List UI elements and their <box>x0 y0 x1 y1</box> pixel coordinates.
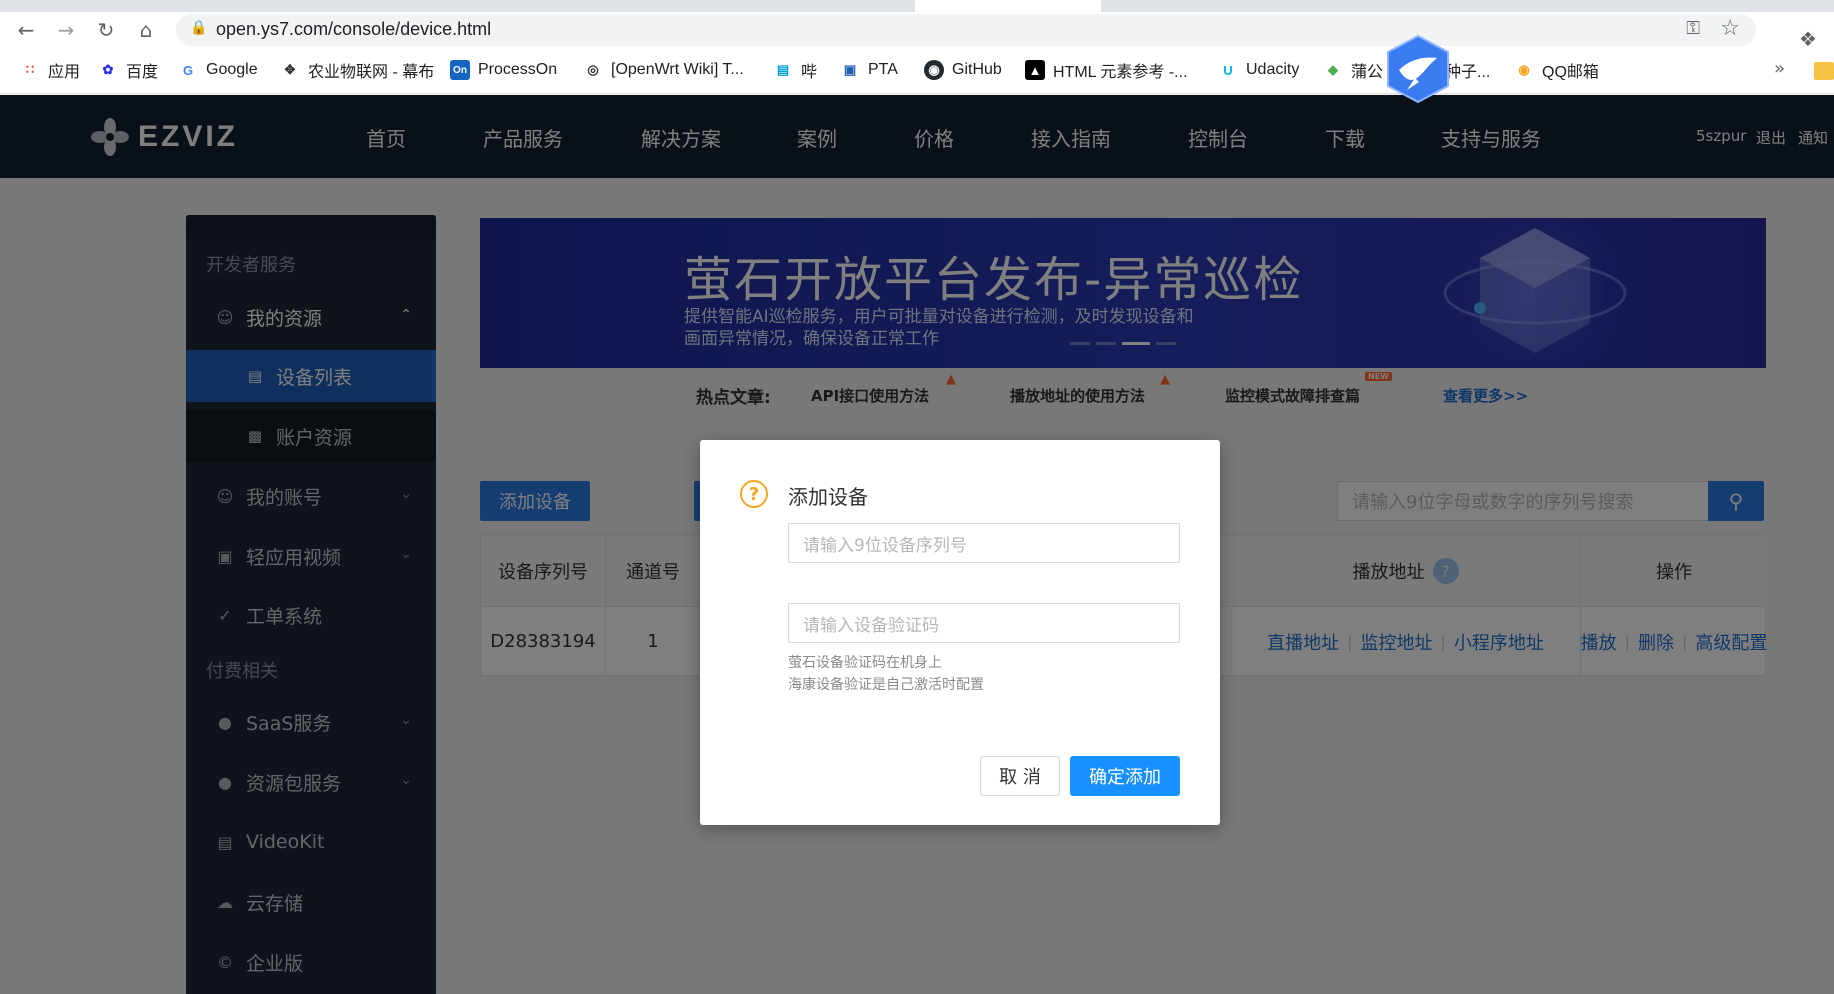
browser-tab-strip <box>0 0 1834 12</box>
bookmark-pta[interactable]: ▣ PTA <box>840 58 898 82</box>
dialog-title: 添加设备 <box>788 485 868 509</box>
apps-grid-icon: ∷ <box>25 62 35 77</box>
bookmark-label: GitHub <box>952 61 1002 78</box>
bookmark-label: Udacity <box>1246 61 1300 78</box>
baidu-paw-icon: ✿ <box>102 62 114 77</box>
device-serial-input[interactable]: 请输入9位设备序列号 <box>788 523 1180 563</box>
add-device-dialog: ? 添加设备 请输入9位设备序列号 请输入设备验证码 萤石设备验证码在机身上 海… <box>700 440 1220 825</box>
bookmarks-bar: ∷ 应用 ✿ 百度 G Google ✥ 农业物联网 - 幕布 On Proce… <box>0 48 1834 94</box>
bookmark-google[interactable]: G Google <box>178 58 258 82</box>
reload-icon[interactable]: ↻ <box>92 16 120 44</box>
pugong-icon: ◆ <box>1328 62 1338 77</box>
bookmark-label: 蒲公 <box>1351 64 1384 81</box>
bookmark-pugong[interactable]: ◆ 蒲公 <box>1323 58 1383 82</box>
bookmark-baidu[interactable]: ✿ 百度 <box>98 58 158 82</box>
bookmark-label: Google <box>206 61 258 78</box>
floating-bird-badge[interactable] <box>1385 34 1451 104</box>
bookmark-bilibili[interactable]: ▤ 哔 <box>773 58 817 82</box>
github-icon: ◉ <box>924 60 944 80</box>
address-bar[interactable]: 🔒 open.ys7.com/console/device.html ⚿ ☆ <box>176 14 1756 46</box>
home-icon[interactable]: ⌂ <box>132 16 160 44</box>
forward-icon[interactable]: → <box>52 16 80 44</box>
bookmark-label: 农业物联网 - 幕布 <box>308 64 435 81</box>
bookmark-label: HTML 元素参考 -... <box>1053 64 1188 81</box>
url-text[interactable]: open.ys7.com/console/device.html <box>216 19 491 40</box>
bookmark-mubu[interactable]: ✥ 农业物联网 - 幕布 <box>280 58 435 82</box>
bookmark-seed[interactable]: 种子... <box>1445 58 1490 82</box>
bookmark-label: 种子... <box>1445 64 1491 81</box>
bookmark-openwrt[interactable]: ◎ [OpenWrt Wiki] T... <box>583 58 744 82</box>
bookmark-star-icon[interactable]: ☆ <box>1720 16 1740 41</box>
active-tab[interactable] <box>915 0 1101 12</box>
verify-code-input[interactable]: 请输入设备验证码 <box>788 603 1180 643</box>
lock-icon: 🔒 <box>190 20 208 36</box>
processon-icon: On <box>450 60 470 80</box>
pta-icon: ▣ <box>843 62 857 77</box>
key-icon[interactable]: ⚿ <box>1686 18 1700 39</box>
mubu-icon: ✥ <box>284 62 296 77</box>
question-circle-icon: ? <box>740 480 768 508</box>
bookmark-label: ProcessOn <box>478 61 558 78</box>
bookmark-label: [OpenWrt Wiki] T... <box>611 61 744 78</box>
bookmark-udacity[interactable]: U Udacity <box>1218 58 1299 82</box>
bookmark-label: PTA <box>868 61 898 78</box>
hint-hikvision-code: 海康设备验证是自己激活时配置 <box>788 677 984 693</box>
qq-mail-icon: ◉ <box>1518 62 1530 77</box>
back-icon[interactable]: ← <box>12 16 40 44</box>
bookmark-processon[interactable]: On ProcessOn <box>450 58 557 82</box>
bookmark-github[interactable]: ◉ GitHub <box>924 58 1002 82</box>
google-g-icon: G <box>182 62 194 78</box>
bookmark-label: QQ邮箱 <box>1542 64 1599 81</box>
bookmark-label: 百度 <box>126 64 159 81</box>
bookmark-label: 哔 <box>801 64 818 81</box>
confirm-add-button[interactable]: 确定添加 <box>1070 756 1180 796</box>
bookmark-label: 应用 <box>48 64 81 81</box>
browser-toolbar: ← → ↻ ⌂ 🔒 open.ys7.com/console/device.ht… <box>0 12 1834 51</box>
bookmark-qqmail[interactable]: ◉ QQ邮箱 <box>1514 58 1599 82</box>
bilibili-icon: ▤ <box>776 62 790 77</box>
hint-ezviz-code: 萤石设备验证码在机身上 <box>788 655 942 671</box>
openwrt-icon: ◎ <box>587 62 599 77</box>
bookmark-mdn[interactable]: ▲ HTML 元素参考 -... <box>1025 58 1188 82</box>
bookmarks-more-chevron[interactable]: » <box>1774 58 1785 79</box>
mdn-icon: ▲ <box>1025 60 1045 80</box>
bookmark-folder-icon[interactable] <box>1814 62 1834 80</box>
udacity-icon: U <box>1223 62 1233 78</box>
cancel-button[interactable]: 取 消 <box>980 756 1060 796</box>
bookmark-apps[interactable]: ∷ 应用 <box>20 58 80 82</box>
